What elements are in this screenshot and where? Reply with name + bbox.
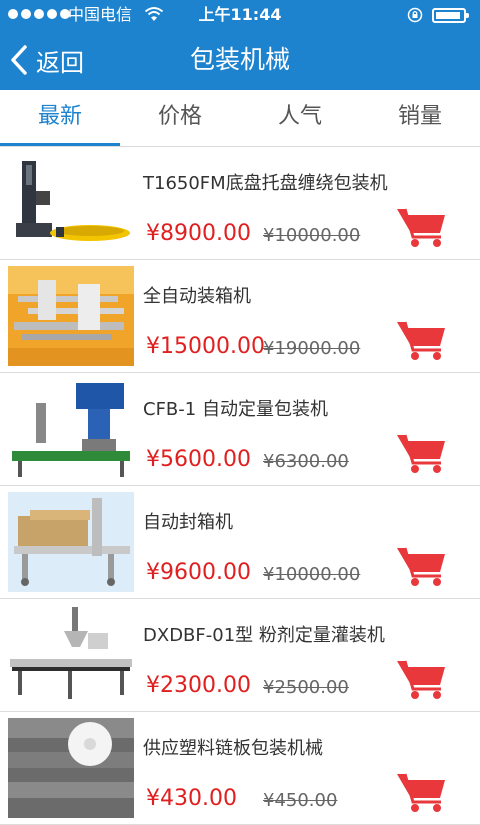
product-price: ¥15000.00	[146, 334, 265, 359]
active-tab-indicator	[0, 143, 120, 146]
product-title: DXDBF-01型 粉剂定量灌装机	[143, 625, 385, 646]
product-item[interactable]: 供应塑料链板包装机械 ¥430.00 ¥450.00	[0, 712, 480, 825]
product-item[interactable]: T1650FM底盘托盘缠绕包装机 ¥8900.00 ¥10000.00	[0, 147, 480, 260]
product-price: ¥2300.00	[146, 673, 251, 698]
product-original-price: ¥450.00	[263, 790, 338, 811]
product-image	[8, 605, 134, 705]
shopping-cart-icon[interactable]	[395, 205, 447, 249]
product-image	[8, 153, 134, 253]
product-title: CFB-1 自动定量包装机	[143, 399, 328, 420]
product-item[interactable]: 自动封箱机 ¥9600.00 ¥10000.00	[0, 486, 480, 599]
shopping-cart-icon[interactable]	[395, 544, 447, 588]
tab-price[interactable]: 价格	[120, 90, 240, 146]
product-original-price: ¥2500.00	[263, 677, 349, 698]
status-bar: 中国电信 上午11:44	[0, 0, 480, 30]
sort-tabs: 最新 价格 人气 销量	[0, 90, 480, 147]
page-title: 包装机械	[189, 45, 290, 74]
product-price: ¥9600.00	[146, 560, 251, 585]
nav-bar: 返回 包装机械	[0, 30, 480, 90]
product-title: 全自动装箱机	[143, 286, 251, 307]
product-price: ¥5600.00	[146, 447, 251, 472]
product-original-price: ¥6300.00	[263, 451, 349, 472]
shopping-cart-icon[interactable]	[395, 657, 447, 701]
product-price: ¥8900.00	[146, 221, 251, 246]
product-image	[8, 718, 134, 818]
shopping-cart-icon[interactable]	[395, 318, 447, 362]
product-item[interactable]: DXDBF-01型 粉剂定量灌装机 ¥2300.00 ¥2500.00	[0, 599, 480, 712]
product-image	[8, 492, 134, 592]
product-price: ¥430.00	[146, 786, 237, 811]
product-original-price: ¥10000.00	[263, 225, 361, 246]
tab-sales[interactable]: 销量	[360, 90, 480, 146]
product-title: T1650FM底盘托盘缠绕包装机	[143, 173, 388, 194]
product-original-price: ¥10000.00	[263, 564, 361, 585]
product-list: T1650FM底盘托盘缠绕包装机 ¥8900.00 ¥10000.00 全自动装…	[0, 147, 480, 825]
battery-icon	[432, 8, 469, 23]
product-original-price: ¥19000.00	[263, 338, 361, 359]
product-item[interactable]: 全自动装箱机 ¥15000.00 ¥19000.00	[0, 260, 480, 373]
product-image	[8, 379, 134, 479]
product-title: 自动封箱机	[143, 512, 233, 533]
tab-popularity[interactable]: 人气	[240, 90, 360, 146]
product-image	[8, 266, 134, 366]
shopping-cart-icon[interactable]	[395, 431, 447, 475]
orientation-lock-icon	[407, 7, 423, 23]
tab-latest[interactable]: 最新	[0, 90, 120, 146]
product-title: 供应塑料链板包装机械	[143, 738, 323, 759]
shopping-cart-icon[interactable]	[395, 770, 447, 814]
product-item[interactable]: CFB-1 自动定量包装机 ¥5600.00 ¥6300.00	[0, 373, 480, 486]
